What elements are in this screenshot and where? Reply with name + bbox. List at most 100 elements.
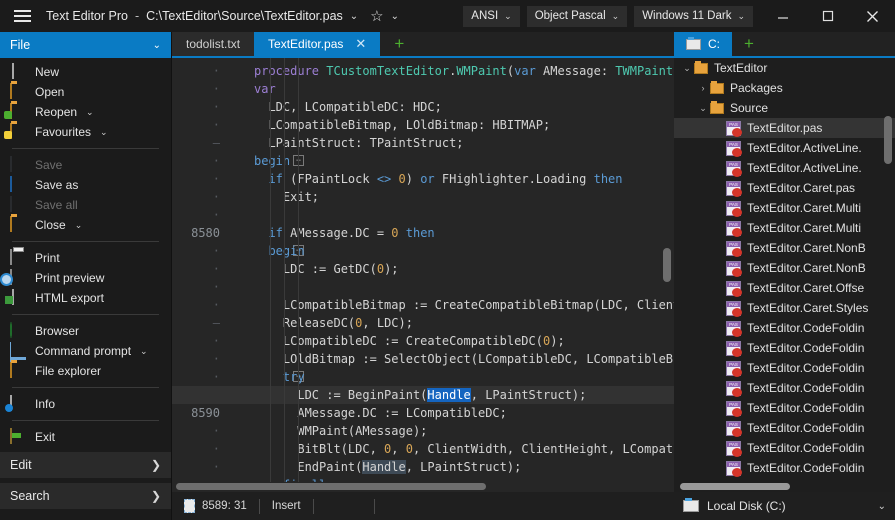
tree-item-texteditor-codefoldin[interactable]: TextEditor.CodeFoldin [674,318,895,338]
tree-item-texteditor-codefoldin[interactable]: TextEditor.CodeFoldin [674,458,895,478]
menu-item-reopen[interactable]: Reopen⌄ [0,102,171,122]
code-line[interactable]: if AMessage.DC = 0 then [250,224,674,242]
code-line[interactable] [250,206,674,224]
code-folding-gutter[interactable]: −−− [230,58,250,492]
insert-mode-cell[interactable]: Insert [260,492,313,520]
favourite-star-icon[interactable]: ☆ [370,9,383,24]
language-selector[interactable]: Object Pascal ⌄ [527,6,628,27]
tree-item-source[interactable]: ⌄Source [674,98,895,118]
tree-item-texteditor-activeline-[interactable]: TextEditor.ActiveLine. [674,138,895,158]
code-line[interactable]: LPaintStruct: TPaintStruct; [250,134,674,152]
tree-item-texteditor-caret-nonb[interactable]: TextEditor.Caret.NonB [674,238,895,258]
editor-tab-todolist-txt[interactable]: todolist.txt [172,32,254,56]
status-cell-4[interactable] [375,492,399,520]
tree-item-packages[interactable]: ›Packages [674,78,895,98]
code-line[interactable]: LDC, LCompatibleDC: HDC; [250,98,674,116]
code-line[interactable]: Exit; [250,188,674,206]
favourite-chevron-down-icon[interactable]: ⌄ [391,11,399,22]
code-line[interactable]: LDC := GetDC(0); [250,260,674,278]
menu-item-save-as[interactable]: Save as [0,175,171,195]
tree-item-texteditor-codefoldin[interactable]: TextEditor.CodeFoldin [674,338,895,358]
tree-item-texteditor-codefoldin[interactable]: TextEditor.CodeFoldin [674,418,895,438]
editor-vertical-scrollbar[interactable] [663,248,671,282]
editor-horizontal-scrollbar-thumb[interactable] [176,483,486,490]
menu-item-file-explorer[interactable]: File explorer [0,361,171,381]
tree-horizontal-scrollbar-thumb[interactable] [680,483,790,490]
encoding-selector[interactable]: ANSI ⌄ [463,6,519,27]
chevron-right-icon[interactable]: › [696,83,710,93]
tree-item-texteditor-caret-multi[interactable]: TextEditor.Caret.Multi [674,218,895,238]
add-tab-button[interactable]: + [380,32,418,56]
menu-item-exit[interactable]: Exit [0,427,171,447]
editor-tab-texteditor-pas[interactable]: TextEditor.pas✕ [254,32,380,56]
tree-item-texteditor-caret-offse[interactable]: TextEditor.Caret.Offse [674,278,895,298]
tree-item-texteditor-caret-pas[interactable]: TextEditor.Caret.pas [674,178,895,198]
editor-horizontal-scrollbar-track[interactable] [172,482,674,492]
code-line[interactable]: if (FPaintLock <> 0) or FHighlighter.Loa… [250,170,674,188]
selected-text: Handle [427,388,470,402]
code-text-area[interactable]: procedure TCustomTextEditor.WMPaint(var … [250,58,674,492]
menu-item-chevron-down-icon[interactable]: ⌄ [140,346,148,357]
code-line[interactable]: try [250,368,674,386]
menu-item-print[interactable]: Print [0,248,171,268]
hamburger-menu-icon[interactable] [0,0,44,32]
menu-item-browser[interactable]: Browser [0,321,171,341]
menu-item-chevron-down-icon[interactable]: ⌄ [86,107,94,118]
drive-selector[interactable]: Local Disk (C:) ⌄ [674,492,895,520]
caret-position-cell[interactable]: 8589: 31 [172,492,259,520]
code-line[interactable]: EndPaint(Handle, LPaintStruct); [250,458,674,476]
code-line[interactable] [250,278,674,296]
tree-item-texteditor-caret-nonb[interactable]: TextEditor.Caret.NonB [674,258,895,278]
menu-item-close[interactable]: Close⌄ [0,215,171,235]
code-line[interactable]: LDC := BeginPaint(Handle, LPaintStruct); [250,386,674,404]
maximize-icon[interactable] [805,0,850,32]
close-icon[interactable] [850,0,895,32]
menu-item-open[interactable]: Open [0,82,171,102]
path-dropdown-chevron-down-icon[interactable]: ⌄ [350,11,358,22]
code-line[interactable]: LCompatibleBitmap := CreateCompatibleBit… [250,296,674,314]
menu-item-html-export[interactable]: HTML export [0,288,171,308]
code-line[interactable]: AMessage.DC := LCompatibleDC; [250,404,674,422]
menu-item-new[interactable]: New [0,62,171,82]
submenu-edit[interactable]: Edit❯ [0,452,171,478]
theme-selector[interactable]: Windows 11 Dark ⌄ [634,6,753,27]
chevron-down-icon[interactable]: ⌄ [680,63,694,74]
submenu-search[interactable]: Search❯ [0,483,171,509]
code-line[interactable]: begin [250,152,674,170]
code-line[interactable]: procedure TCustomTextEditor.WMPaint(var … [250,62,674,80]
code-line[interactable]: LOldBitmap := SelectObject(LCompatibleDC… [250,350,674,368]
code-line[interactable]: var [250,80,674,98]
file-menu-header[interactable]: File ⌄ [0,32,171,58]
tree-item-texteditor-codefoldin[interactable]: TextEditor.CodeFoldin [674,438,895,458]
tree-item-texteditor-pas[interactable]: TextEditor.pas [674,118,895,138]
tree-horizontal-scrollbar-track[interactable] [674,481,895,492]
code-line[interactable]: LCompatibleDC := CreateCompatibleDC(0); [250,332,674,350]
menu-item-print-preview[interactable]: Print preview [0,268,171,288]
tree-item-texteditor-codefoldin[interactable]: TextEditor.CodeFoldin [674,358,895,378]
tree-item-texteditor-caret-multi[interactable]: TextEditor.Caret.Multi [674,198,895,218]
code-editor[interactable]: ····–····8580····–···85898590····–····86… [172,58,674,492]
menu-item-info[interactable]: Info [0,394,171,414]
code-line[interactable]: BitBlt(LDC, 0, 0, ClientWidth, ClientHei… [250,440,674,458]
menu-item-chevron-down-icon[interactable]: ⌄ [75,220,83,231]
file-tree[interactable]: ⌄TextEditor›Packages⌄SourceTextEditor.pa… [674,58,895,492]
menu-item-chevron-down-icon[interactable]: ⌄ [100,127,108,138]
code-line[interactable]: LCompatibleBitmap, LOldBitmap: HBITMAP; [250,116,674,134]
code-line[interactable]: begin [250,242,674,260]
minimize-icon[interactable] [760,0,805,32]
tree-item-texteditor-codefoldin[interactable]: TextEditor.CodeFoldin [674,398,895,418]
add-drive-tab-button[interactable]: + [732,32,766,56]
tree-item-texteditor-caret-styles[interactable]: TextEditor.Caret.Styles [674,298,895,318]
code-line[interactable]: WMPaint(AMessage); [250,422,674,440]
status-cell-3[interactable] [314,492,374,520]
tree-item-texteditor[interactable]: ⌄TextEditor [674,58,895,78]
tree-item-texteditor-activeline-[interactable]: TextEditor.ActiveLine. [674,158,895,178]
tree-vertical-scrollbar[interactable] [884,116,892,164]
close-tab-icon[interactable]: ✕ [355,36,366,52]
drive-tab-c[interactable]: C: [674,32,732,56]
chevron-down-icon[interactable]: ⌄ [696,103,710,114]
tree-item-texteditor-codefoldin[interactable]: TextEditor.CodeFoldin [674,378,895,398]
menu-item-command-prompt[interactable]: Command prompt⌄ [0,341,171,361]
menu-item-favourites[interactable]: Favourites⌄ [0,122,171,142]
code-line[interactable]: ReleaseDC(0, LDC); [250,314,674,332]
